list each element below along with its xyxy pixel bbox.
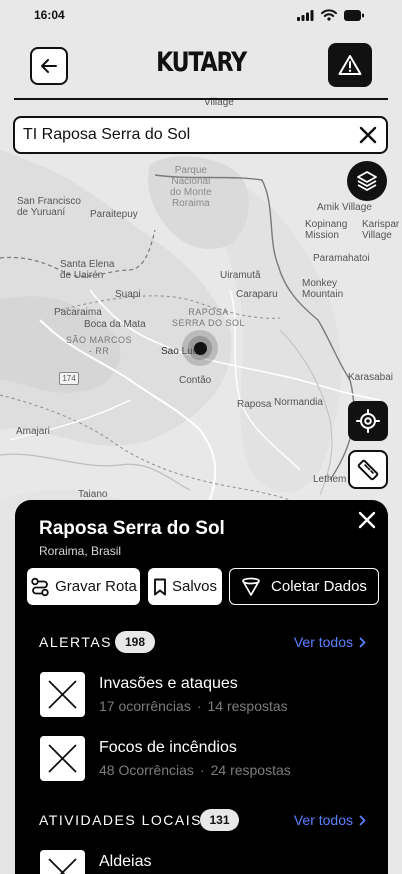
alert-button[interactable] <box>328 43 372 87</box>
map-label: Uiramutã <box>220 270 261 281</box>
activity-item-title: Aldeias <box>99 853 152 870</box>
map-label: Lethem <box>313 474 347 485</box>
layers-button[interactable] <box>347 161 387 201</box>
close-icon[interactable] <box>359 126 377 144</box>
map-label: Paraitepuy <box>90 209 138 220</box>
activities-see-all-link[interactable]: Ver todos <box>294 812 366 828</box>
activities-section-title: ATIVIDADES LOCAIS <box>39 812 202 828</box>
chevron-right-icon <box>359 637 366 647</box>
alert-item-meta: 48 Ocorrências · 24 respostas <box>99 762 291 778</box>
map-label-region: SÃO MARCOS - RR <box>66 335 133 356</box>
map-label: Karasabai <box>348 372 394 383</box>
collect-data-button[interactable]: Coletar Dados <box>229 568 379 605</box>
alert-item-responses: 24 respostas <box>210 762 291 778</box>
saved-label: Salvos <box>171 578 218 595</box>
alert-item-occurrences: 48 Ocorrências <box>99 762 194 778</box>
chevron-right-icon <box>359 815 366 825</box>
alert-item-title: Invasões e ataques <box>99 675 238 692</box>
map-label: Monkey Mountain <box>302 278 344 300</box>
alert-item-meta: 17 ocorrências · 14 respostas <box>99 698 288 714</box>
alerts-see-all-link[interactable]: Ver todos <box>294 634 366 650</box>
warning-triangle-icon <box>338 55 362 75</box>
app-header: KUTARY <box>0 30 402 102</box>
map-label: Suapi <box>115 289 141 300</box>
map-label: Pacaraima <box>54 307 102 318</box>
app-title: KUTARY <box>156 47 247 78</box>
search-input[interactable] <box>23 126 343 144</box>
saved-button[interactable]: Salvos <box>148 568 222 605</box>
locate-button[interactable] <box>348 401 388 441</box>
close-icon[interactable] <box>358 511 376 529</box>
status-bar: 16:04 <box>0 0 402 30</box>
image-placeholder-icon <box>40 850 85 874</box>
activities-see-all-label: Ver todos <box>293 812 353 828</box>
road-shield: 174 <box>59 372 79 385</box>
route-icon <box>31 577 49 596</box>
status-time: 16:04 <box>34 8 65 22</box>
map-label: Contão <box>179 375 212 386</box>
map-label: Boca da Mata <box>84 319 146 330</box>
alert-item-title: Focos de incêndios <box>99 739 237 756</box>
place-bottom-sheet: Raposa Serra do Sol Roraima, Brasil Grav… <box>15 500 388 874</box>
alert-item-occurrences: 17 ocorrências <box>99 698 191 714</box>
alert-item[interactable]: Invasões e ataques 17 ocorrências · 14 res… <box>40 672 370 722</box>
location-marker[interactable] <box>194 342 207 355</box>
map-label: Amajari <box>16 426 50 437</box>
record-route-label: Gravar Rota <box>55 578 137 595</box>
image-placeholder-icon <box>40 672 85 717</box>
map-label: Paramahatoi <box>313 253 370 264</box>
collect-data-label: Coletar Dados <box>271 578 367 595</box>
wifi-icon <box>321 9 337 21</box>
status-icons <box>297 9 364 21</box>
funnel-icon <box>242 577 260 596</box>
activities-count-badge: 131 <box>200 809 239 831</box>
map-label: Taiano <box>78 489 108 500</box>
activity-item[interactable]: Aldeias <box>40 850 370 874</box>
ruler-button[interactable] <box>348 450 388 489</box>
map-label: San Francisco de Yuruaní <box>17 196 81 218</box>
alert-item[interactable]: Focos de incêndios 48 Ocorrências · 24 res… <box>40 736 370 786</box>
map-label: Santa Elena de Uairén <box>60 259 115 281</box>
alert-item-responses: 14 respostas <box>207 698 288 714</box>
alerts-section-title: ALERTAS <box>39 634 113 650</box>
record-route-button[interactable]: Gravar Rota <box>27 568 140 605</box>
map-label: Raposa <box>237 399 272 410</box>
map-label-region: RAPOSA SERRA DO SOL <box>172 307 246 328</box>
header-divider <box>14 98 388 100</box>
ruler-icon <box>357 459 379 480</box>
search-bar <box>13 116 388 154</box>
map-label: Amik Village <box>317 202 372 213</box>
map-label: Karispar Village <box>362 219 400 241</box>
place-subtitle: Roraima, Brasil <box>39 544 122 558</box>
alerts-count-badge: 198 <box>115 631 155 653</box>
map-label: Caraparu <box>236 289 278 300</box>
map-label-park: Parque Nacional do Monte Roraima <box>170 165 212 209</box>
crosshair-icon <box>356 409 380 433</box>
map-label: Normandia <box>274 397 323 408</box>
signal-icon <box>297 9 314 21</box>
bookmark-icon <box>154 578 166 595</box>
layers-icon <box>357 171 377 191</box>
battery-icon <box>344 9 364 21</box>
image-placeholder-icon <box>40 736 85 781</box>
alerts-see-all-label: Ver todos <box>293 634 353 650</box>
map-label: Kopinang Mission <box>305 219 348 241</box>
place-title: Raposa Serra do Sol <box>39 518 225 539</box>
